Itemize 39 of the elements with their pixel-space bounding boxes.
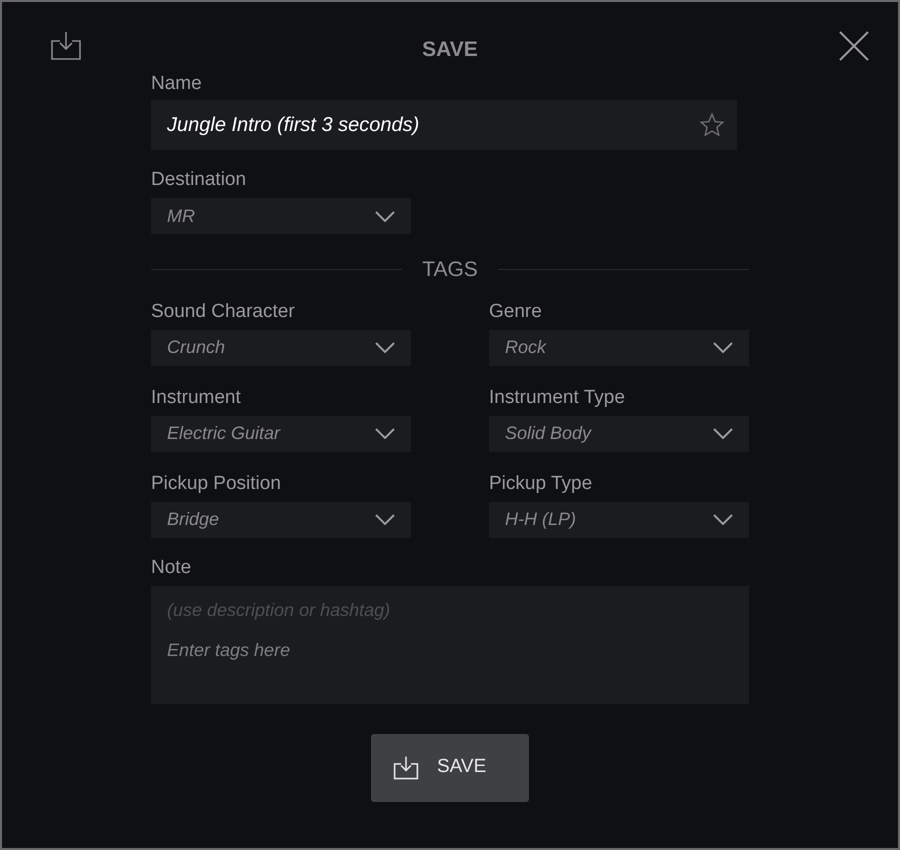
dropdown[interactable]: Solid Body [489,416,749,452]
chevron-down-icon [713,342,733,353]
chevron-down-icon [375,514,395,525]
field-label: Instrument [151,386,242,410]
field-label: Sound Character [151,300,296,324]
dropdown-value: Bridge [167,508,220,531]
dialog-title: SAVE [422,37,478,63]
chevron-down-icon [713,514,733,525]
dropdown-value: Rock [505,336,548,359]
dropdown-value: Crunch [167,336,226,359]
star-icon[interactable] [699,112,725,138]
chevron-down-icon [375,210,395,222]
dropdown-value: Electric Guitar [167,422,282,445]
field-label: Pickup Type [489,472,594,496]
field-label: Note [151,556,192,580]
field-label: Destination [151,168,248,192]
chevron-down-icon [375,342,395,353]
dropdown-value: H-H (LP) [505,508,577,531]
name-value: Jungle Intro (first 3 seconds) [167,113,420,138]
save-button[interactable]: SAVE [371,734,529,802]
dropdown[interactable]: Bridge [151,502,411,538]
section-heading: TAGS [421,257,479,283]
name-field[interactable]: Jungle Intro (first 3 seconds) [151,100,737,150]
dropdown-value: Solid Body [505,422,593,445]
close-icon[interactable] [838,30,870,62]
dropdown[interactable]: Electric Guitar [151,416,411,452]
download-icon[interactable] [50,30,82,62]
field-label: Instrument Type [489,386,626,410]
field-label: Genre [489,300,543,324]
chevron-down-icon [713,428,733,439]
field-label: Pickup Position [151,472,282,496]
dropdown[interactable]: Rock [489,330,749,366]
download-icon [393,754,419,780]
field-label: Name [151,72,203,96]
chevron-down-icon [375,428,395,439]
dropdown[interactable]: H-H (LP) [489,502,749,538]
dropdown-value: MR [167,204,196,228]
dropdown[interactable]: MR [151,198,411,234]
dropdown[interactable]: Crunch [151,330,411,366]
